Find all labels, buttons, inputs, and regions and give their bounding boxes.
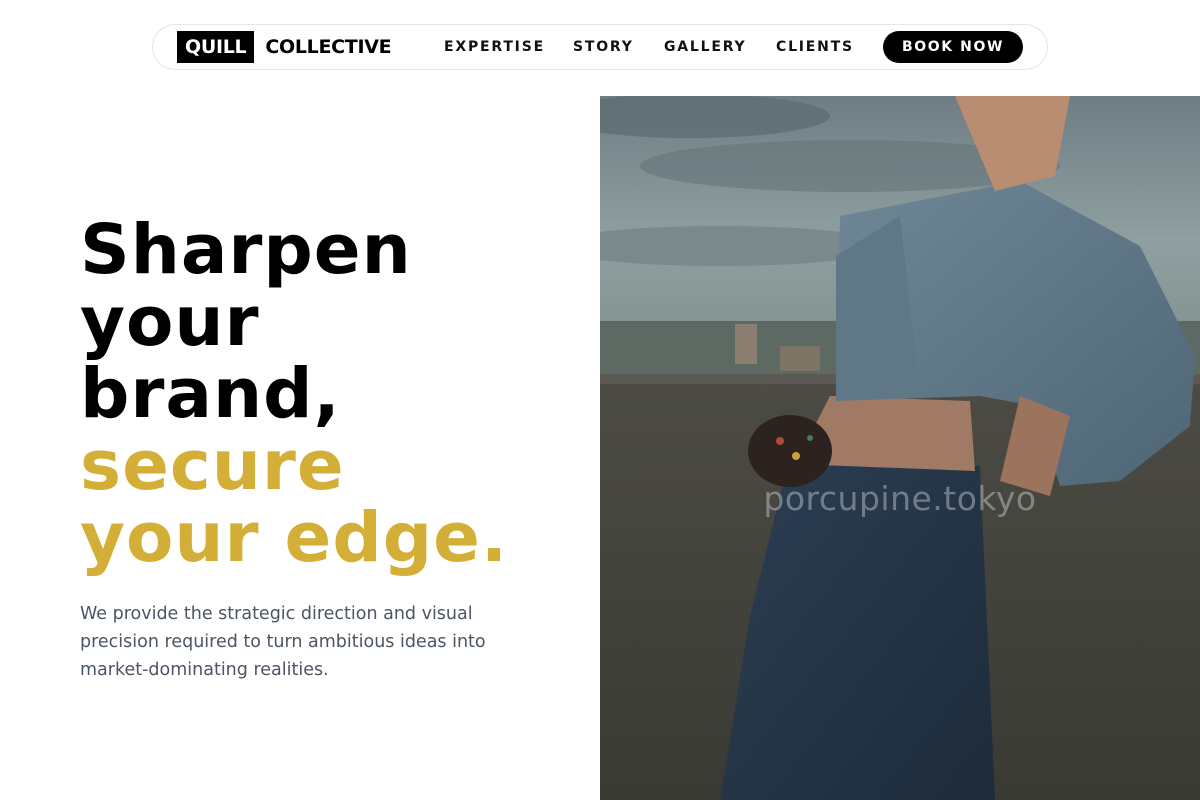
logo-mark: QUILL [177, 31, 255, 63]
headline-accent-line-1: secure [80, 426, 345, 506]
nav-link-story[interactable]: STORY [573, 39, 634, 55]
hero-subtext: We provide the strategic direction and v… [80, 604, 486, 680]
top-nav: QUILL COLLECTIVE EXPERTISE STORY GALLERY… [152, 24, 1048, 70]
photo-watermark: porcupine.tokyo [763, 479, 1037, 518]
logo-text: COLLECTIVE [265, 36, 392, 58]
headline-line-2: your [80, 282, 260, 362]
headline-line-3: brand, [80, 354, 341, 434]
nav-link-expertise[interactable]: EXPERTISE [444, 39, 545, 55]
headline-line-1: Sharpen [80, 210, 412, 290]
hero-photo-illustration [600, 96, 1200, 800]
hero-headline: Sharpen your brand, secure your edge. [80, 214, 508, 574]
headline-accent-line-2: your edge. [80, 498, 509, 578]
logo[interactable]: QUILL COLLECTIVE [177, 31, 392, 63]
nav-link-gallery[interactable]: GALLERY [664, 39, 746, 55]
nav-link-clients[interactable]: CLIENTS [776, 39, 854, 55]
book-now-button[interactable]: BOOK NOW [883, 31, 1023, 63]
hero-photo: porcupine.tokyo [600, 96, 1200, 800]
